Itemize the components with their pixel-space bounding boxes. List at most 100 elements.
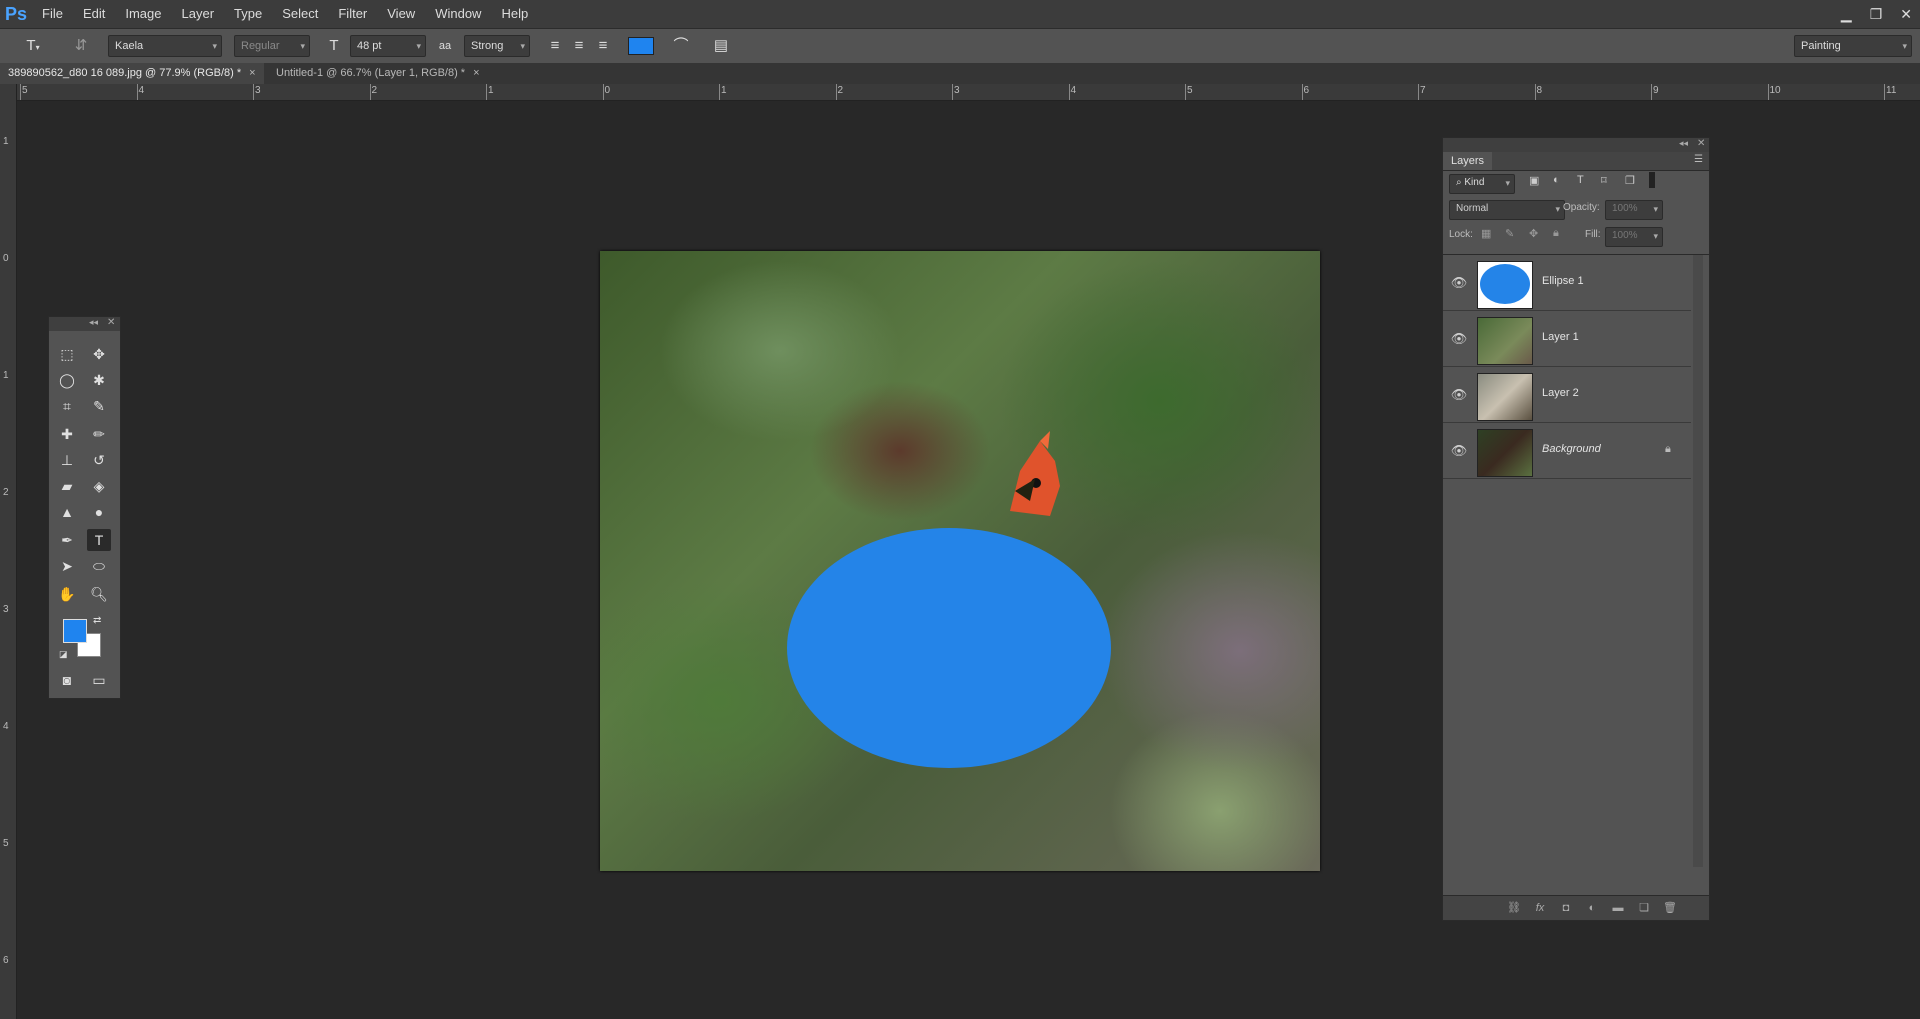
font-style-select[interactable]: Regular ▾: [234, 35, 310, 57]
hand-icon[interactable]: ✋: [55, 583, 79, 605]
lock-image-icon[interactable]: ✎: [1505, 227, 1514, 240]
toggle-orientation-icon[interactable]: ⇵: [70, 35, 92, 57]
new-group-icon[interactable]: ▬: [1609, 900, 1627, 916]
restore-icon[interactable]: ❐: [1870, 6, 1883, 23]
opacity-input[interactable]: 100% ▾: [1605, 200, 1663, 220]
layer-name[interactable]: Layer 1: [1542, 331, 1579, 343]
eye-icon[interactable]: 👁︎: [1449, 441, 1469, 461]
lasso-icon[interactable]: ◯: [55, 369, 79, 391]
blend-mode-select[interactable]: Normal ▾: [1449, 200, 1565, 220]
close-icon[interactable]: ×: [473, 67, 479, 79]
move-icon[interactable]: ✥: [87, 343, 111, 365]
clone-stamp-icon[interactable]: ⊥: [55, 449, 79, 471]
type-tool-preset-icon[interactable]: T▾: [18, 35, 48, 57]
close-icon[interactable]: ✕: [1697, 138, 1705, 149]
menu-help[interactable]: Help: [491, 0, 538, 28]
fill-input[interactable]: 100% ▾: [1605, 227, 1663, 247]
align-right-icon[interactable]: ≡: [592, 35, 614, 57]
workspace-select[interactable]: Painting ▾: [1794, 35, 1912, 57]
text-color-swatch[interactable]: [628, 37, 654, 55]
menu-layer[interactable]: Layer: [172, 0, 225, 28]
layer-name[interactable]: Background: [1542, 443, 1601, 455]
font-family-select[interactable]: Kaela ▾: [108, 35, 222, 57]
foreground-color-swatch[interactable]: [63, 619, 87, 643]
minimize-icon[interactable]: ▁: [1841, 6, 1852, 23]
font-size-select[interactable]: 48 pt ▾: [350, 35, 426, 57]
fx-icon[interactable]: fx: [1531, 900, 1549, 916]
delete-layer-icon[interactable]: 🗑︎: [1661, 900, 1679, 916]
filter-shape-icon[interactable]: ⌑: [1601, 174, 1607, 187]
layer-name[interactable]: Layer 2: [1542, 387, 1579, 399]
quick-mask-icon[interactable]: ◙: [55, 669, 79, 691]
eyedropper-icon[interactable]: ✎: [87, 395, 111, 417]
eye-icon[interactable]: 👁︎: [1449, 329, 1469, 349]
link-layers-icon[interactable]: ⛓: [1505, 900, 1523, 916]
document-tab-active[interactable]: 389890562_d80 16 089.jpg @ 77.9% (RGB/8)…: [0, 63, 264, 84]
menu-edit[interactable]: Edit: [73, 0, 115, 28]
layers-scrollbar[interactable]: [1693, 255, 1703, 867]
align-left-icon[interactable]: ≡: [544, 35, 566, 57]
new-layer-icon[interactable]: ❏: [1635, 900, 1653, 916]
align-center-icon[interactable]: ≡: [568, 35, 590, 57]
dodge-icon[interactable]: ●: [87, 501, 111, 523]
adjustment-layer-icon[interactable]: ◐: [1583, 900, 1601, 916]
collapse-icon[interactable]: ◂◂: [1679, 138, 1688, 149]
menu-file[interactable]: File: [32, 0, 73, 28]
swap-colors-icon[interactable]: ⇄: [93, 615, 101, 626]
healing-brush-icon[interactable]: ✚: [55, 423, 79, 445]
history-brush-icon[interactable]: ↺: [87, 449, 111, 471]
path-selection-icon[interactable]: ➤: [55, 555, 79, 577]
close-icon[interactable]: ×: [249, 67, 255, 79]
filter-smart-object-icon[interactable]: ❐: [1625, 174, 1635, 187]
antialias-select[interactable]: Strong ▾: [464, 35, 530, 57]
type-icon[interactable]: T: [87, 529, 111, 551]
brush-icon[interactable]: ✏: [87, 423, 111, 445]
menu-image[interactable]: Image: [115, 0, 171, 28]
eraser-icon[interactable]: ▰: [55, 475, 79, 497]
lock-position-icon[interactable]: ✥: [1529, 227, 1538, 240]
ellipse-shape-icon[interactable]: ⬭: [87, 555, 111, 577]
filter-toggle-icon[interactable]: [1649, 172, 1655, 188]
menu-filter[interactable]: Filter: [328, 0, 377, 28]
paint-bucket-icon[interactable]: ◈: [87, 475, 111, 497]
close-icon[interactable]: ✕: [1900, 6, 1912, 23]
blur-icon[interactable]: ▲: [55, 501, 79, 523]
ruler-tick-label: 2: [371, 85, 378, 96]
filter-kind-select[interactable]: ⌕ Kind ▾: [1449, 174, 1515, 194]
screen-mode-icon[interactable]: ▭: [87, 669, 111, 691]
pen-icon[interactable]: ✒: [55, 529, 79, 551]
eye-icon[interactable]: 👁︎: [1449, 273, 1469, 293]
document-tab[interactable]: Untitled-1 @ 66.7% (Layer 1, RGB/8) * ×: [268, 63, 494, 84]
tools-panel-header[interactable]: ◂◂ ✕: [49, 317, 120, 331]
zoom-icon[interactable]: 🔍︎: [87, 583, 111, 605]
lock-transparent-icon[interactable]: ▦: [1481, 227, 1491, 240]
crop-icon[interactable]: ⌗: [55, 395, 79, 417]
menu-select[interactable]: Select: [272, 0, 328, 28]
layers-panel-header[interactable]: ◂◂ ✕: [1443, 138, 1709, 152]
marquee-icon[interactable]: ⬚: [55, 343, 79, 365]
menu-type[interactable]: Type: [224, 0, 272, 28]
close-icon[interactable]: ✕: [107, 317, 115, 328]
menu-view[interactable]: View: [377, 0, 425, 28]
filter-adjustment-icon[interactable]: ◐: [1553, 174, 1560, 186]
layer-row[interactable]: 👁︎ Layer 2: [1443, 367, 1691, 423]
tab-layers[interactable]: Layers: [1443, 152, 1493, 170]
layer-name[interactable]: Ellipse 1: [1542, 275, 1584, 287]
collapse-icon[interactable]: ◂◂: [89, 317, 98, 328]
add-mask-icon[interactable]: ◘: [1557, 900, 1575, 916]
eye-icon[interactable]: 👁︎: [1449, 385, 1469, 405]
lock-all-icon[interactable]: 🔒︎: [1553, 227, 1559, 240]
filter-pixel-icon[interactable]: ▣: [1529, 174, 1539, 187]
warp-text-icon[interactable]: ⌒: [670, 35, 692, 57]
filter-type-icon[interactable]: T: [1577, 174, 1584, 186]
ellipse-shape[interactable]: [787, 528, 1111, 768]
magic-wand-icon[interactable]: ✱: [87, 369, 111, 391]
panel-menu-icon[interactable]: ☰: [1694, 154, 1703, 165]
layer-row[interactable]: 👁︎ Ellipse 1: [1443, 255, 1691, 311]
character-panel-icon[interactable]: ▤: [710, 35, 732, 57]
layer-row[interactable]: 👁︎ Layer 1: [1443, 311, 1691, 367]
document-canvas[interactable]: [600, 251, 1320, 871]
menu-window[interactable]: Window: [425, 0, 491, 28]
default-colors-icon[interactable]: ◪: [59, 649, 68, 660]
layer-row[interactable]: 👁︎ Background 🔒︎: [1443, 423, 1691, 479]
